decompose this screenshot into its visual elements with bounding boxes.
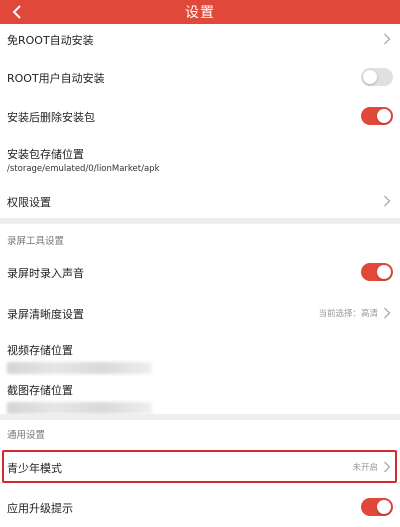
row-label: 免ROOT自动安装 <box>7 34 94 47</box>
row-label: 截图存储位置 <box>7 384 73 397</box>
row-upgrade-notice: 应用升级提示 <box>0 492 400 522</box>
row-label: 安装包存储位置 <box>7 148 84 161</box>
row-label: 视频存储位置 <box>7 344 73 357</box>
highlight-box <box>2 450 397 483</box>
toggle-knob <box>363 70 377 84</box>
package-path: /storage/emulated/0/lionMarket/apk <box>7 164 160 174</box>
row-label: 安装后删除安装包 <box>7 111 95 124</box>
row-delete-after-install: 安装后删除安装包 <box>0 101 400 131</box>
row-screenshot-location[interactable]: 截图存储位置 <box>0 376 400 416</box>
chevron-right-icon <box>384 195 391 207</box>
root-install-toggle[interactable] <box>361 68 393 86</box>
row-video-location[interactable]: 视频存储位置 <box>0 336 400 376</box>
row-root-install: ROOT用户自动安装 <box>0 62 400 92</box>
row-label: 录屏清晰度设置 <box>7 308 84 321</box>
section-title-recording: 录屏工具设置 <box>7 236 65 247</box>
chevron-right-icon <box>384 33 391 45</box>
app-header: 设置 <box>0 0 400 24</box>
toggle-knob <box>377 500 391 514</box>
page-title: 设置 <box>185 5 215 21</box>
row-label: 应用升级提示 <box>7 502 73 515</box>
row-package-location[interactable]: 安装包存储位置 /storage/emulated/0/lionMarket/a… <box>0 140 400 184</box>
row-no-root-install[interactable]: 免ROOT自动安装 <box>0 24 400 54</box>
row-label: ROOT用户自动安装 <box>7 72 105 85</box>
toggle-knob <box>377 265 391 279</box>
blurred-path <box>7 402 152 414</box>
back-arrow-icon[interactable] <box>8 3 26 21</box>
section-divider <box>0 414 400 420</box>
record-audio-toggle[interactable] <box>361 263 393 281</box>
toggle-knob <box>377 109 391 123</box>
section-divider <box>0 218 400 224</box>
clarity-value: 当前选择：高清 <box>318 309 378 319</box>
row-record-audio: 录屏时录入声音 <box>0 258 400 288</box>
row-label: 权限设置 <box>7 196 51 209</box>
row-record-clarity[interactable]: 录屏清晰度设置 当前选择：高清 <box>0 298 400 328</box>
row-label: 录屏时录入声音 <box>7 267 84 280</box>
row-permissions[interactable]: 权限设置 <box>0 186 400 216</box>
delete-after-install-toggle[interactable] <box>361 107 393 125</box>
chevron-right-icon <box>384 307 391 319</box>
section-title-general: 通用设置 <box>7 430 46 441</box>
blurred-path <box>7 362 152 374</box>
upgrade-notice-toggle[interactable] <box>361 498 393 516</box>
